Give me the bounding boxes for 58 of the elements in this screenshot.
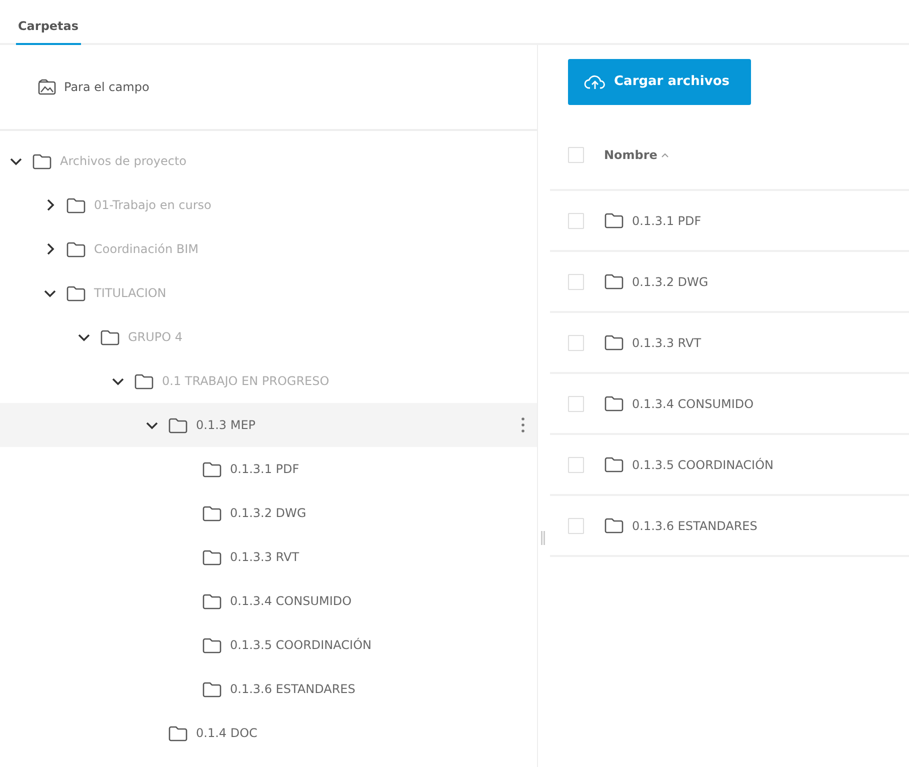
row-checkbox[interactable]: [568, 456, 584, 472]
tree-row[interactable]: 0.1.3.1 PDF: [0, 447, 537, 491]
tree-row[interactable]: 0.1.3.4 CONSUMIDO: [0, 579, 537, 623]
folder-icon: [604, 334, 624, 351]
row-checkbox[interactable]: [568, 396, 584, 412]
tree-item-label[interactable]: 0.1.4 DOC: [196, 724, 258, 742]
row-checkbox[interactable]: [568, 274, 584, 290]
folder-icon: [202, 504, 222, 522]
folder-icon: [604, 456, 624, 473]
folder-icon: [134, 372, 154, 390]
folder-name[interactable]: 0.1.3.1 PDF: [632, 212, 702, 230]
folder-icon: [168, 416, 188, 434]
tree-item-label[interactable]: 0.1.3.5 COORDINACIÓN: [230, 636, 372, 654]
folder-name[interactable]: 0.1.3.2 DWG: [632, 272, 708, 290]
folder-icon: [66, 196, 86, 214]
tree-row[interactable]: 0.1.4 DOC: [0, 711, 537, 755]
select-all-checkbox[interactable]: [568, 147, 584, 163]
folder-icon: [32, 152, 52, 170]
field-link[interactable]: Para el campo: [64, 78, 150, 96]
row-checkbox[interactable]: [568, 518, 584, 534]
folder-name[interactable]: 0.1.3.3 RVT: [632, 334, 702, 352]
folder-icon: [604, 517, 624, 534]
folder-icon: [604, 212, 624, 229]
folder-name[interactable]: 0.1.3.4 CONSUMIDO: [632, 394, 754, 412]
row-checkbox[interactable]: [568, 334, 584, 350]
folder-icon: [604, 273, 624, 290]
tree-item-label[interactable]: 0.1.3.4 CONSUMIDO: [230, 592, 352, 610]
folder-icon: [202, 460, 222, 478]
tree-item-label[interactable]: 0.1.3.3 RVT: [230, 548, 300, 566]
folder-icon: [100, 328, 120, 346]
tree-row[interactable]: 0.1.3.2 DWG: [0, 491, 537, 535]
sort-ascending-icon[interactable]: [661, 152, 670, 158]
tree-item-label[interactable]: 0.1.3 MEP: [196, 416, 256, 434]
cloud-upload-icon: [584, 73, 606, 91]
folder-icon: [202, 592, 222, 610]
folder-icon: [66, 240, 86, 258]
row-checkbox[interactable]: [568, 212, 584, 228]
tree-item-label[interactable]: 0.1.3.6 ESTANDARES: [230, 680, 356, 698]
tree-row[interactable]: 0.1.3.5 COORDINACIÓN: [0, 623, 537, 667]
folders-tab[interactable]: Carpetas: [16, 17, 81, 45]
folder-name[interactable]: 0.1.3.6 ESTANDARES: [632, 516, 758, 534]
folder-icon: [168, 724, 188, 742]
folder-icon: [604, 395, 624, 412]
resize-handle-icon[interactable]: [541, 531, 545, 545]
folder-icon: [202, 548, 222, 566]
upload-button[interactable]: Cargar archivos: [568, 59, 752, 105]
folder-name[interactable]: 0.1.3.5 COORDINACIÓN: [632, 456, 774, 474]
more-options-icon[interactable]: [521, 417, 525, 433]
folder-landscape-icon: [38, 79, 56, 95]
tree-row[interactable]: 0.1.3.6 ESTANDARES: [0, 667, 537, 711]
tree-item-label[interactable]: 0.1.3.1 PDF: [230, 460, 300, 478]
selected-tree-row[interactable]: 0.1.3 MEP: [0, 403, 537, 447]
folder-icon: [202, 636, 222, 654]
name-column-header[interactable]: Nombre: [604, 146, 670, 164]
folder-icon: [202, 680, 222, 698]
tree-item-label[interactable]: 0.1.3.2 DWG: [230, 504, 306, 522]
folder-icon: [66, 284, 86, 302]
tree-row[interactable]: 0.1.3.3 RVT: [0, 535, 537, 579]
